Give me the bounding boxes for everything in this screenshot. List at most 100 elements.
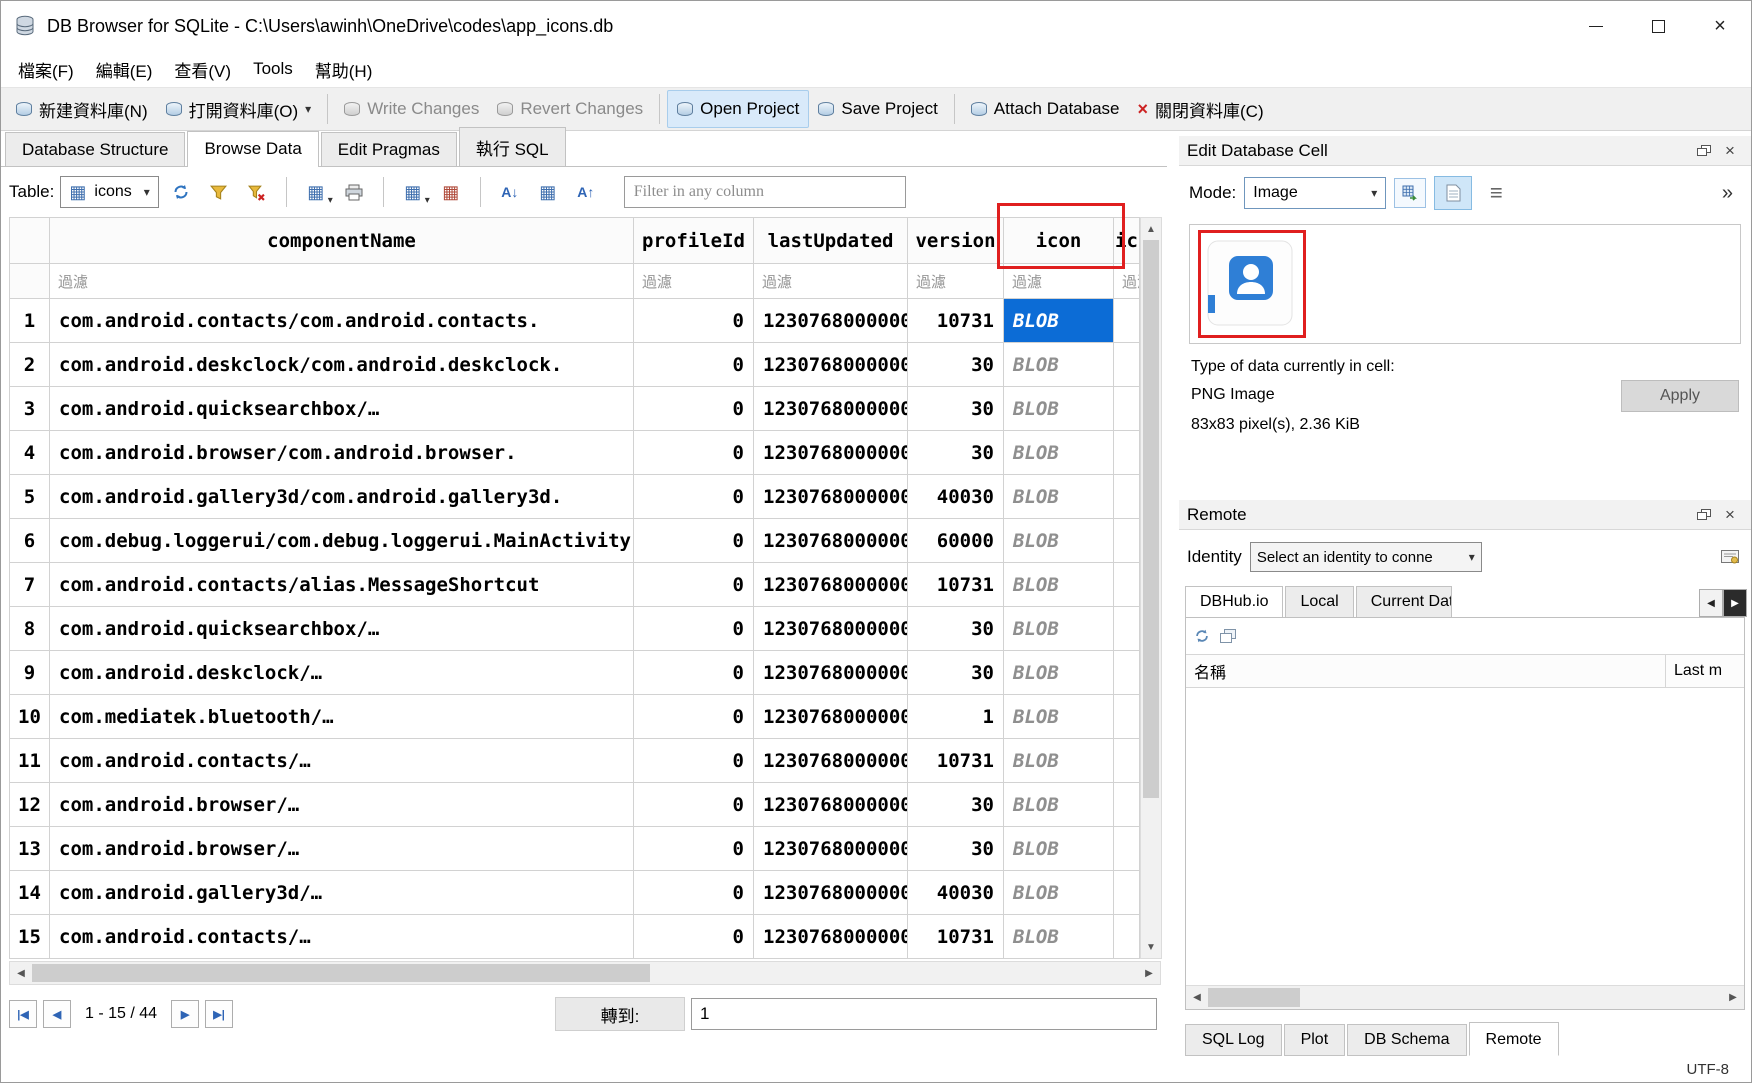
filter-any-column-input[interactable] <box>624 176 906 208</box>
tab-edit-pragmas[interactable]: Edit Pragmas <box>321 132 457 166</box>
cell-lastUpdated[interactable]: 1230768000000 <box>754 387 908 431</box>
cell-lastUpdated[interactable]: 1230768000000 <box>754 871 908 915</box>
table-row[interactable]: 3com.android.quicksearchbox/…01230768000… <box>10 387 1140 431</box>
cell-version[interactable]: 10731 <box>908 563 1004 607</box>
cell-lastUpdated[interactable]: 1230768000000 <box>754 475 908 519</box>
row-number[interactable]: 15 <box>10 915 50 959</box>
cell-version[interactable]: 1 <box>908 695 1004 739</box>
table-row[interactable]: 8com.android.quicksearchbox/…01230768000… <box>10 607 1140 651</box>
filter-lastUpdated[interactable]: 過濾 <box>754 264 908 299</box>
save-project-button[interactable]: Save Project <box>809 91 946 127</box>
cell-truncated[interactable] <box>1114 871 1140 915</box>
cell-componentName[interactable]: com.android.contacts/… <box>50 739 634 783</box>
cell-profileId[interactable]: 0 <box>634 827 754 871</box>
row-number[interactable]: 2 <box>10 343 50 387</box>
tab-database-structure[interactable]: Database Structure <box>5 132 185 166</box>
tab-sql-log[interactable]: SQL Log <box>1185 1024 1282 1056</box>
close-database-button[interactable]: × 關閉資料庫(C) <box>1129 89 1273 130</box>
row-number[interactable]: 1 <box>10 299 50 343</box>
last-page-button[interactable]: ▶| <box>205 1000 233 1028</box>
tab-browse-data[interactable]: Browse Data <box>187 131 318 167</box>
goto-record-input[interactable] <box>691 998 1157 1030</box>
cell-profileId[interactable]: 0 <box>634 431 754 475</box>
cell-componentName[interactable]: com.debug.loggerui/com.debug.loggerui.Ma… <box>50 519 634 563</box>
tab-remote[interactable]: Remote <box>1469 1022 1559 1056</box>
filter-version[interactable]: 過濾 <box>908 264 1004 299</box>
row-number[interactable]: 12 <box>10 783 50 827</box>
menu-tools[interactable]: Tools <box>242 54 304 84</box>
identity-select[interactable]: Select an identity to conne ▾ <box>1250 542 1482 572</box>
cell-componentName[interactable]: com.android.contacts/alias.MessageShortc… <box>50 563 634 607</box>
tab-db-schema[interactable]: DB Schema <box>1347 1024 1466 1056</box>
cell-componentName[interactable]: com.android.browser/… <box>50 827 634 871</box>
cell-truncated[interactable] <box>1114 827 1140 871</box>
encoding-label[interactable]: UTF-8 <box>1687 1061 1730 1078</box>
more-tools-button[interactable]: » <box>1722 182 1741 205</box>
cell-version[interactable]: 30 <box>908 651 1004 695</box>
cell-version[interactable]: 40030 <box>908 475 1004 519</box>
row-number[interactable]: 14 <box>10 871 50 915</box>
filter-componentName[interactable]: 過濾 <box>50 264 634 299</box>
row-number[interactable]: 9 <box>10 651 50 695</box>
close-button[interactable]: × <box>1689 1 1751 51</box>
table-row[interactable]: 6com.debug.loggerui/com.debug.loggerui.M… <box>10 519 1140 563</box>
row-number[interactable]: 4 <box>10 431 50 475</box>
cell-lastUpdated[interactable]: 1230768000000 <box>754 739 908 783</box>
open-project-button[interactable]: Open Project <box>667 90 809 128</box>
cell-componentName[interactable]: com.mediatek.bluetooth/… <box>50 695 634 739</box>
cell-icon[interactable]: BLOB <box>1004 783 1114 827</box>
cell-lastUpdated[interactable]: 1230768000000 <box>754 783 908 827</box>
table-row[interactable]: 15com.android.contacts/…0123076800000010… <box>10 915 1140 959</box>
cell-icon[interactable]: BLOB <box>1004 695 1114 739</box>
cell-icon[interactable]: BLOB <box>1004 387 1114 431</box>
column-header-version[interactable]: version <box>908 218 1004 264</box>
cell-version[interactable]: 30 <box>908 783 1004 827</box>
cell-lastUpdated[interactable]: 1230768000000 <box>754 651 908 695</box>
tab-local[interactable]: Local <box>1285 586 1353 617</box>
cell-lastUpdated[interactable]: 1230768000000 <box>754 827 908 871</box>
cell-profileId[interactable]: 0 <box>634 915 754 959</box>
cell-componentName[interactable]: com.android.quicksearchbox/… <box>50 607 634 651</box>
vertical-scrollbar-thumb[interactable] <box>1143 240 1159 798</box>
cell-profileId[interactable]: 0 <box>634 475 754 519</box>
cell-profileId[interactable]: 0 <box>634 343 754 387</box>
table-row[interactable]: 12com.android.browser/…0123076800000030B… <box>10 783 1140 827</box>
close-panel-button[interactable]: × <box>1717 141 1743 161</box>
apply-button[interactable]: Apply <box>1621 380 1739 412</box>
table-row[interactable]: 7com.android.contacts/alias.MessageShort… <box>10 563 1140 607</box>
attach-database-button[interactable]: Attach Database <box>962 91 1129 127</box>
cell-profileId[interactable]: 0 <box>634 519 754 563</box>
cell-componentName[interactable]: com.android.quicksearchbox/… <box>50 387 634 431</box>
remote-column-last-modified[interactable]: Last m <box>1666 655 1744 687</box>
cell-profileId[interactable]: 0 <box>634 871 754 915</box>
grid-corner-cell[interactable] <box>10 218 50 264</box>
vertical-scrollbar[interactable]: ▲ ▼ <box>1140 217 1162 959</box>
cell-icon[interactable]: BLOB <box>1004 563 1114 607</box>
cell-icon[interactable]: BLOB <box>1004 431 1114 475</box>
row-number[interactable]: 3 <box>10 387 50 431</box>
previous-page-button[interactable]: ◀ <box>43 1000 71 1028</box>
cell-truncated[interactable] <box>1114 915 1140 959</box>
filter-profileId[interactable]: 過濾 <box>634 264 754 299</box>
filter-cut[interactable]: 過濾 <box>1114 264 1140 299</box>
sort-ascending-button[interactable]: A↓ <box>494 176 526 208</box>
horizontal-scrollbar[interactable]: ◀ ▶ <box>9 961 1161 985</box>
filter-icon[interactable]: 過濾 <box>1004 264 1114 299</box>
row-number[interactable]: 5 <box>10 475 50 519</box>
refresh-button[interactable] <box>165 176 197 208</box>
cell-lastUpdated[interactable]: 1230768000000 <box>754 695 908 739</box>
columns-button[interactable]: ▦ <box>532 176 564 208</box>
scroll-right-icon[interactable]: ▶ <box>1722 986 1744 1009</box>
cell-lastUpdated[interactable]: 1230768000000 <box>754 607 908 651</box>
column-header-componentName[interactable]: componentName <box>50 218 634 264</box>
table-row[interactable]: 5com.android.gallery3d/com.android.galle… <box>10 475 1140 519</box>
remote-refresh-button[interactable] <box>1194 628 1210 644</box>
revert-changes-button[interactable]: Revert Changes <box>488 91 652 127</box>
row-number[interactable]: 11 <box>10 739 50 783</box>
mode-select[interactable]: Image ▾ <box>1244 177 1386 209</box>
cell-profileId[interactable]: 0 <box>634 607 754 651</box>
table-row[interactable]: 9com.android.deskclock/…0123076800000030… <box>10 651 1140 695</box>
tab-scroll-right-button[interactable]: ▶ <box>1723 589 1747 617</box>
cell-lastUpdated[interactable]: 1230768000000 <box>754 431 908 475</box>
cell-componentName[interactable]: com.android.contacts/com.android.contact… <box>50 299 634 343</box>
